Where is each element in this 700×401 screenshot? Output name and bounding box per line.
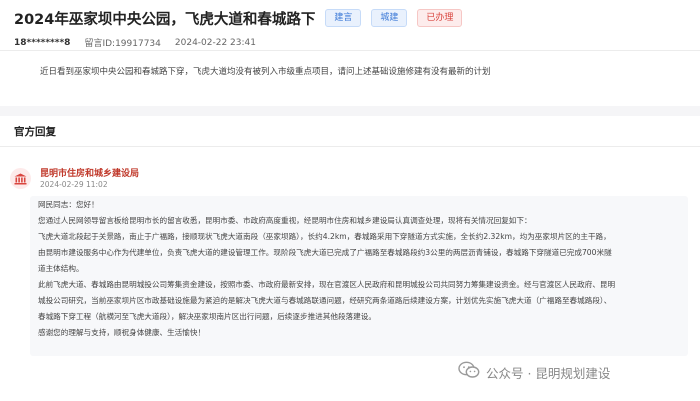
reply-content: 网民同志：您好！ 您通过人民网领导留言板给昆明市长的留言收悉，昆明市委、市政府高… <box>30 196 688 356</box>
meta-row: 18********8 留言ID:19917734 2024-02-22 23:… <box>14 36 686 50</box>
tag-status-handled: 已办理 <box>417 9 463 27</box>
reply-line: 城投公司研究，当前巫家坝片区市政基础设施最为紧迫的是解决飞虎大道与春城路联通问题… <box>38 296 612 305</box>
message-header: 2024年巫家坝中央公园，飞虎大道和春城路下 建言 城建 已办理 18*****… <box>14 6 686 49</box>
posted-time: 2024-02-22 23:41 <box>174 37 256 48</box>
tag-urban-construction[interactable]: 城建 <box>371 9 408 27</box>
reply-line: 飞虎大道北段起于关景路，南止于广福路，接顺现状飞虎大道南段（巫家坝路），长约4.… <box>38 232 611 241</box>
reply-date: 2024-02-29 11:02 <box>40 180 108 189</box>
wechat-icon <box>458 361 480 383</box>
watermark: 公众号 · 昆明规划建设 <box>458 361 611 383</box>
section-title: 官方回复 <box>14 126 56 138</box>
page-title: 2024年巫家坝中央公园，飞虎大道和春城路下 <box>14 11 316 28</box>
tag-advice[interactable]: 建言 <box>325 9 362 27</box>
question-text: 近日看到巫家坝中央公园和春城路下穿，飞虎大道均没有被列入市级重点项目，请问上述基… <box>40 67 491 77</box>
department-name[interactable]: 昆明市住房和城乡建设局 <box>40 166 139 179</box>
watermark-text: 公众号 · 昆明规划建设 <box>486 365 611 381</box>
reply-closing: 感谢您的理解与支持，顺祝身体健康、生活愉快！ <box>38 328 206 337</box>
title-row: 2024年巫家坝中央公园，飞虎大道和春城路下 建言 城建 已办理 <box>14 6 686 30</box>
government-building-icon <box>10 168 31 189</box>
reply-line: 春城路下穿工程（航横河至飞虎大道段），解决巫家坝南片区出行问题，后续逐步推进其他… <box>38 312 376 321</box>
author-phone: 18********8 <box>14 37 71 48</box>
reply-line: 您通过人民网领导留言板给昆明市长的留言收悉，昆明市委、市政府高度重视，经昆明市住… <box>38 216 532 225</box>
section-separator <box>0 106 700 116</box>
reply-line: 此前飞虎大道、春城路由昆明城投公司筹集资金建设，按照市委、市政府最新安排，现在官… <box>38 280 616 289</box>
reply-greeting: 网民同志：您好！ <box>38 200 99 209</box>
message-id: 留言ID:19917734 <box>84 39 161 49</box>
reply-line: 道主体结构。 <box>38 264 84 273</box>
reply-line: 由昆明市建设服务中心作为代建单位，负责飞虎大道的建设管理工作。现阶段飞虎大道已完… <box>38 248 612 257</box>
header-divider <box>0 50 700 51</box>
section-divider <box>0 146 700 147</box>
